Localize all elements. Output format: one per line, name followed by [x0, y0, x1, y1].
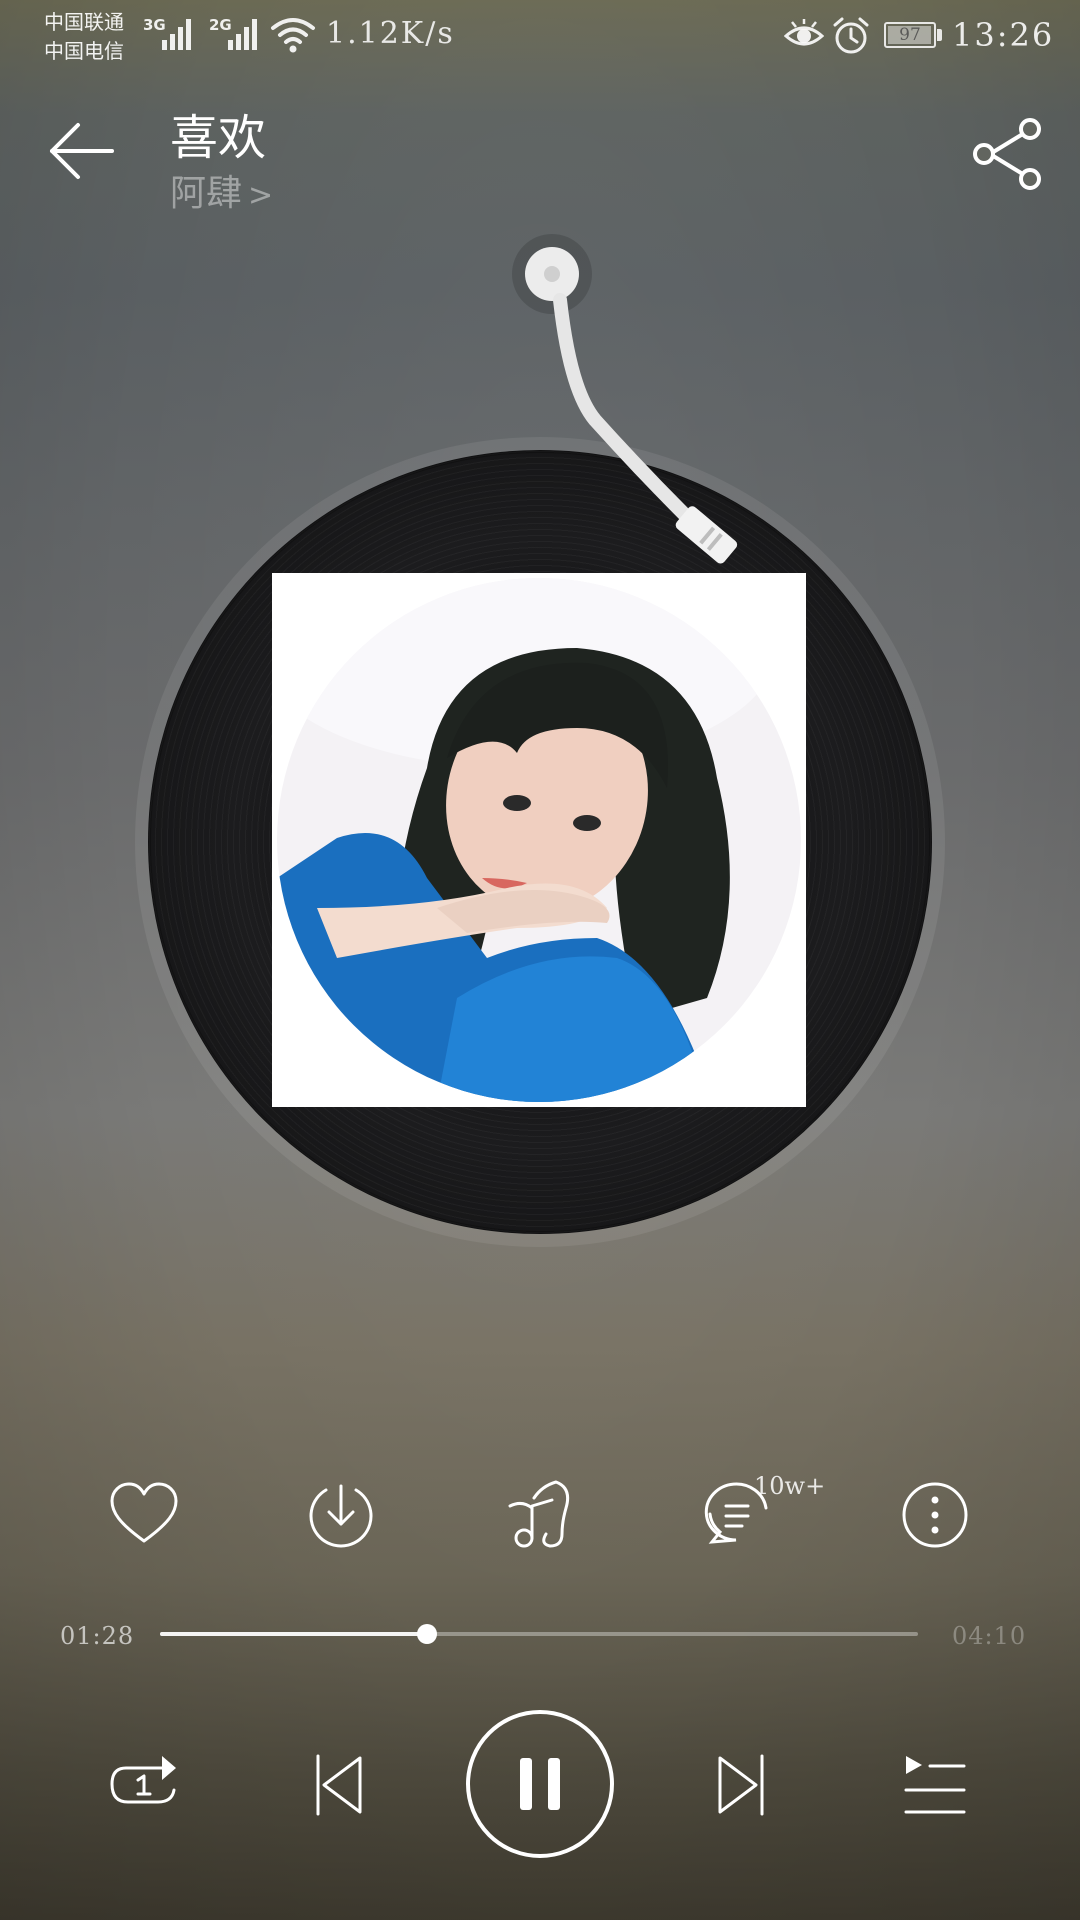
sound-effect-button[interactable] — [502, 1478, 576, 1552]
previous-button[interactable] — [312, 1752, 366, 1818]
album-photo — [277, 578, 801, 1102]
arrow-left-icon — [50, 123, 114, 179]
artist-name: 阿肆 — [170, 173, 243, 214]
like-button[interactable] — [107, 1478, 181, 1552]
play-pause-button[interactable] — [464, 1708, 616, 1860]
current-time: 01:28 — [60, 1622, 135, 1650]
share-button[interactable] — [968, 114, 1048, 194]
battery-tip — [937, 29, 942, 41]
download-button[interactable] — [304, 1478, 378, 1552]
heart-icon — [110, 1482, 178, 1543]
network-speed: 1.12K/s — [326, 16, 455, 51]
skip-next-icon — [718, 1754, 764, 1816]
download-icon — [309, 1484, 373, 1548]
carrier-1: 中国联通 — [44, 10, 124, 34]
more-button[interactable] — [898, 1478, 972, 1552]
music-note-icon — [508, 1480, 570, 1548]
playlist-icon — [904, 1756, 966, 1814]
back-button[interactable] — [44, 114, 118, 188]
battery-level: 97 — [899, 25, 921, 45]
skip-previous-icon — [316, 1754, 362, 1816]
signal-icon — [228, 19, 257, 50]
carrier-2: 中国电信 — [44, 39, 124, 63]
share-icon — [973, 118, 1041, 190]
status-bar: 中国联通 中国电信 3G 2G 1.12K/s 97 13:26 — [0, 0, 1080, 78]
progress-fill — [160, 1632, 427, 1636]
repeat-mode-button[interactable] — [106, 1750, 184, 1820]
progress-bar[interactable] — [160, 1624, 918, 1644]
chevron-right-icon: > — [248, 178, 274, 213]
alarm-icon — [833, 17, 869, 54]
playlist-button[interactable] — [902, 1752, 968, 1818]
album-cover — [272, 573, 806, 1107]
song-title: 喜欢 — [170, 110, 267, 166]
carrier-names: 中国联通 中国电信 — [44, 8, 124, 66]
artist-link[interactable]: 阿肆 > — [170, 164, 273, 216]
eye-icon — [784, 19, 824, 46]
progress-thumb[interactable] — [416, 1624, 437, 1644]
album-art-image — [277, 578, 801, 1102]
comment-count: 10w+ — [754, 1472, 826, 1500]
next-button[interactable] — [714, 1752, 768, 1818]
signal-icon — [162, 19, 191, 50]
tonearm — [512, 234, 738, 564]
status-clock: 13:26 — [952, 16, 1055, 54]
battery-icon: 97 — [884, 22, 936, 48]
repeat-one-icon — [110, 1756, 176, 1804]
total-time: 04:10 — [952, 1622, 1027, 1650]
pause-icon — [520, 1758, 560, 1810]
more-vertical-icon — [902, 1482, 968, 1548]
wifi-icon — [271, 18, 315, 53]
